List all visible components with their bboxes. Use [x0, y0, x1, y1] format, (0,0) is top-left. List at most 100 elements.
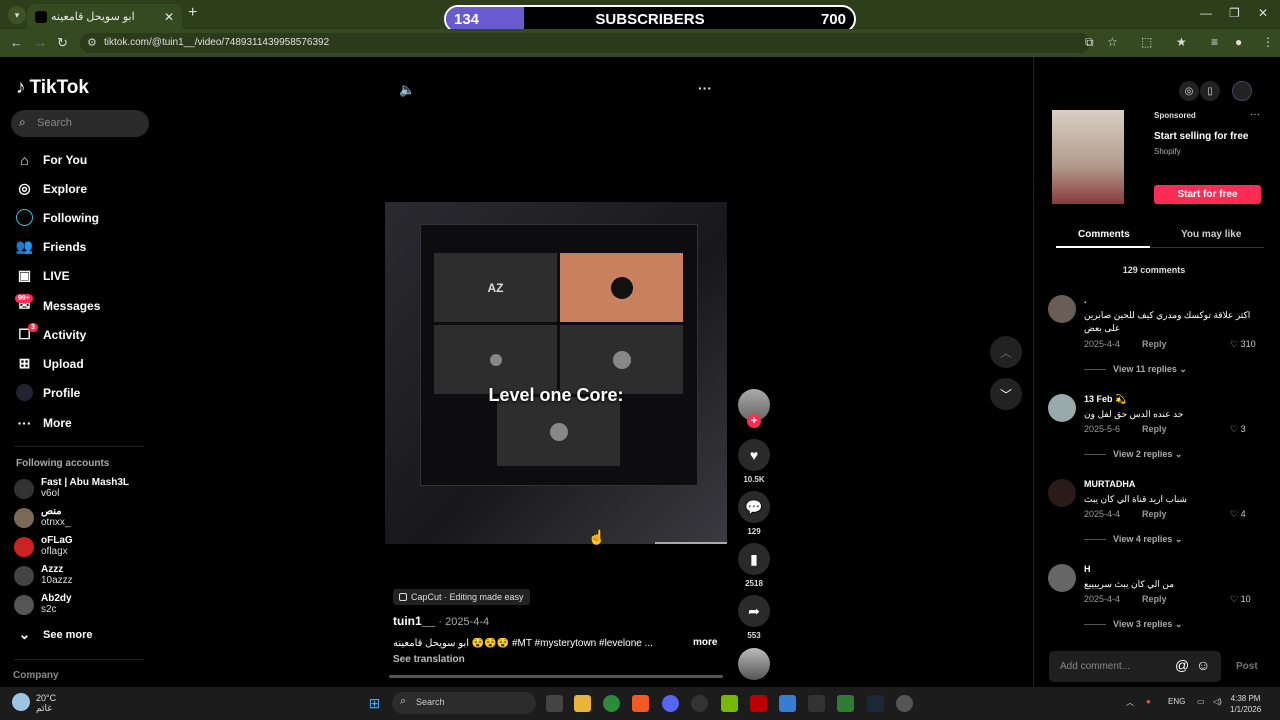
network-icon[interactable]: ▭ — [1197, 697, 1205, 706]
reply-button[interactable]: Reply — [1142, 339, 1167, 349]
extensions-icon[interactable]: ⬚ — [1141, 35, 1152, 49]
file-explorer-icon[interactable] — [574, 695, 591, 712]
app-icon[interactable] — [808, 695, 825, 712]
save-button[interactable]: ▮ 2518 — [738, 543, 770, 588]
browser-menu-icon[interactable]: ⋮ — [1262, 35, 1274, 49]
minimize-icon[interactable]: — — [1200, 6, 1212, 20]
bookmark-star-icon[interactable]: ☆ — [1107, 35, 1118, 49]
nvidia-icon[interactable] — [721, 695, 738, 712]
microphone-icon[interactable]: ● — [1146, 697, 1151, 706]
comment-like-button[interactable]: ♡ 4 — [1230, 509, 1246, 520]
comment-like-button[interactable]: ♡ 10 — [1230, 594, 1251, 605]
reply-button[interactable]: Reply — [1142, 594, 1167, 604]
steam-icon[interactable] — [867, 695, 884, 712]
nav-following[interactable]: Following — [16, 209, 99, 226]
view-replies-button[interactable]: View 11 replies ⌄ — [1084, 364, 1187, 375]
app-icon[interactable] — [779, 695, 796, 712]
language-indicator[interactable]: ENG — [1168, 697, 1185, 706]
ad-thumbnail[interactable] — [1052, 110, 1124, 204]
following-account[interactable]: منص otnxx_ — [14, 506, 70, 528]
mention-icon[interactable]: @ — [1175, 657, 1189, 673]
tab-close-icon[interactable]: ✕ — [164, 10, 174, 24]
avatar[interactable] — [1048, 394, 1076, 422]
avatar[interactable] — [1048, 564, 1076, 592]
new-tab-icon[interactable]: + — [188, 4, 197, 22]
video-author[interactable]: tuin1__ · 2025-4-4 — [393, 614, 489, 628]
horizontal-scrollbar[interactable] — [389, 675, 723, 678]
nav-activity[interactable]: ☐ Activity — [16, 326, 86, 343]
restore-icon[interactable]: ❐ — [1229, 6, 1240, 20]
weather-widget[interactable]: 20°C غائم — [12, 693, 56, 713]
tab-comments[interactable]: Comments — [1078, 229, 1130, 240]
user-avatar-icon[interactable] — [1232, 81, 1252, 101]
site-info-icon[interactable]: ⚙ — [87, 36, 97, 49]
system-clock[interactable]: 4:38 PM 1/1/2026 — [1230, 693, 1261, 715]
volume-icon[interactable]: 🔈 — [399, 82, 415, 98]
emoji-icon[interactable]: ☺ — [1196, 657, 1210, 673]
add-comment-input[interactable]: Add comment... @ ☺ — [1049, 651, 1221, 682]
tiktok-logo[interactable]: ♪ TikTok — [16, 77, 89, 99]
video-options-icon[interactable]: ··· — [698, 80, 712, 96]
following-account[interactable]: oFLaG oflagx — [14, 535, 73, 557]
ad-cta-button[interactable]: Start for free — [1154, 185, 1261, 204]
forward-icon[interactable]: → — [34, 35, 47, 50]
comment-author[interactable]: 13 Feb 💫 — [1084, 394, 1126, 405]
view-replies-button[interactable]: View 2 replies ⌄ — [1084, 449, 1182, 460]
favorites-icon[interactable]: ★ — [1176, 35, 1187, 49]
reply-button[interactable]: Reply — [1142, 509, 1167, 519]
description-more-button[interactable]: more — [693, 637, 717, 648]
app-icon[interactable] — [896, 695, 913, 712]
reply-button[interactable]: Reply — [1142, 424, 1167, 434]
post-button[interactable]: Post — [1236, 661, 1258, 672]
comment-like-button[interactable]: ♡ 3 — [1230, 424, 1246, 435]
company-link[interactable]: Company — [13, 670, 59, 681]
ad-title[interactable]: Start selling for free — [1154, 131, 1248, 142]
video-progress-bar[interactable] — [655, 542, 727, 544]
taskbar-search[interactable]: ⌕ Search — [392, 692, 536, 714]
window-close-icon[interactable]: ✕ — [1258, 6, 1268, 20]
profile-avatar-icon[interactable]: ● — [1235, 35, 1242, 49]
view-replies-button[interactable]: View 4 replies ⌄ — [1084, 534, 1182, 545]
reading-list-icon[interactable]: ≡ — [1211, 35, 1218, 49]
speaker-icon[interactable]: ◁) — [1213, 697, 1222, 706]
back-icon[interactable]: ← — [10, 35, 23, 50]
see-translation-button[interactable]: See translation — [393, 654, 465, 665]
url-field[interactable]: ⚙ tiktok.com/@tuin1__/video/748931143995… — [80, 33, 1090, 53]
following-account[interactable]: Azzz 10azzz — [14, 564, 73, 586]
tab-you-may-like[interactable]: You may like — [1181, 229, 1241, 240]
excel-icon[interactable] — [837, 695, 854, 712]
following-account[interactable]: Fast | Abu Mash3L v6ol — [14, 477, 129, 499]
app-icon[interactable] — [691, 695, 708, 712]
reload-icon[interactable]: ↻ — [57, 35, 68, 51]
share-button[interactable]: ➦ 553 — [738, 595, 770, 640]
explore-compass-icon[interactable]: ◎ — [1179, 81, 1199, 101]
device-icon[interactable]: ▯ — [1200, 81, 1220, 101]
comment-button[interactable]: 💬 129 — [738, 491, 770, 536]
following-account[interactable]: Ab2dy s2c — [14, 593, 72, 615]
nav-profile[interactable]: Profile — [16, 384, 80, 401]
ad-options-icon[interactable]: ··· — [1250, 109, 1260, 120]
brave-icon[interactable] — [632, 695, 649, 712]
previous-video-button[interactable]: ︿ — [990, 336, 1022, 368]
install-app-icon[interactable]: ⧉ — [1085, 35, 1094, 50]
nav-upload[interactable]: ⊞ Upload — [16, 355, 84, 372]
nav-explore[interactable]: ◎ Explore — [16, 180, 87, 197]
nav-for-you[interactable]: ⌂ For You — [16, 151, 87, 168]
see-more-button[interactable]: ⌄ See more — [16, 626, 93, 643]
like-button[interactable]: ♥ 10.5K — [738, 439, 770, 484]
capcut-tag[interactable]: CapCut · Editing made easy — [393, 589, 530, 605]
start-windows-icon[interactable]: ⊞ — [366, 695, 383, 712]
view-replies-button[interactable]: View 3 replies ⌄ — [1084, 619, 1182, 630]
tab-search-icon[interactable]: ▾ — [8, 6, 26, 24]
music-disc-icon[interactable] — [738, 648, 770, 680]
netflix-icon[interactable] — [750, 695, 767, 712]
nav-friends[interactable]: 👥 Friends — [16, 238, 87, 255]
nav-more[interactable]: ··· More — [16, 414, 72, 431]
next-video-button[interactable]: ﹀ — [990, 378, 1022, 410]
discord-icon[interactable] — [662, 695, 679, 712]
avatar[interactable] — [1048, 295, 1076, 323]
browser-tab[interactable]: ابو سويحل قامعينه ✕ — [27, 4, 182, 29]
task-view-icon[interactable] — [546, 695, 563, 712]
search-input[interactable]: ⌕ Search — [11, 110, 149, 137]
nav-live[interactable]: ▣ LIVE — [16, 267, 70, 284]
